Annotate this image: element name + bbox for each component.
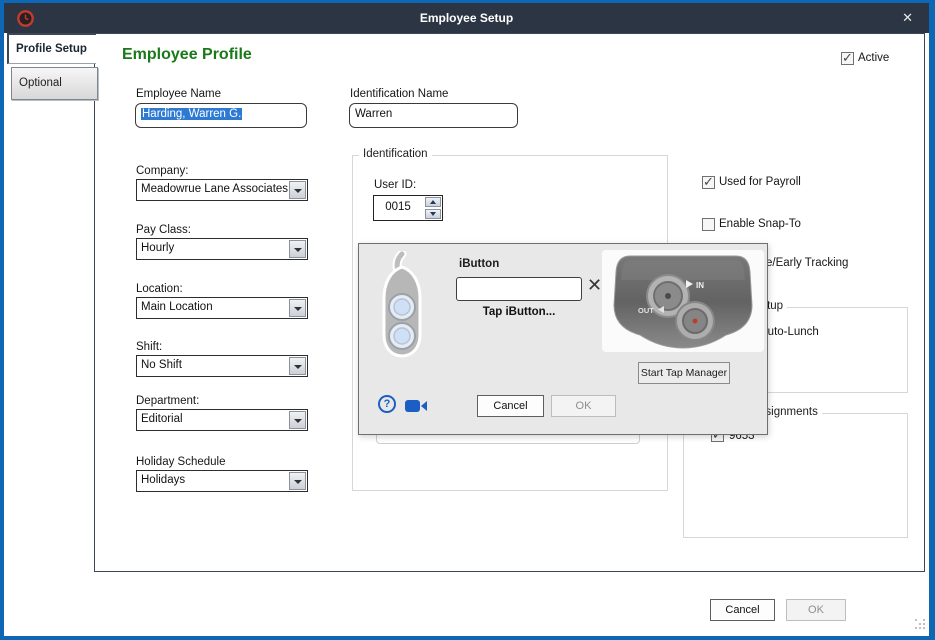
- department-value: Editorial: [141, 410, 183, 429]
- department-select[interactable]: Editorial: [136, 409, 308, 431]
- chevron-down-icon[interactable]: [289, 472, 306, 490]
- dialog-ok-button[interactable]: OK: [551, 395, 616, 417]
- spinner-up-icon[interactable]: [425, 197, 441, 207]
- tab-profile-setup[interactable]: Profile Setup: [7, 33, 96, 64]
- identification-name-value: Warren: [355, 108, 392, 120]
- selected-text: Harding, Warren G.: [141, 108, 242, 120]
- user-id-label: User ID:: [374, 179, 416, 191]
- active-label: Active: [858, 52, 889, 64]
- pay-class-value: Hourly: [141, 239, 174, 258]
- user-id-spinner[interactable]: 0015: [373, 195, 443, 221]
- location-value: Main Location: [141, 298, 213, 317]
- resize-grip[interactable]: [914, 618, 926, 630]
- close-icon[interactable]: ✕: [902, 3, 913, 33]
- enable-snap-to-checkbox[interactable]: [702, 218, 715, 231]
- auto-lunch-label: Auto-Lunch: [760, 326, 819, 338]
- tap-reader-image: IN OUT: [602, 250, 764, 352]
- ibutton-dialog-title: iButton: [459, 258, 499, 270]
- ibutton-input[interactable]: [456, 277, 582, 301]
- identification-legend: Identification: [359, 148, 432, 160]
- location-dropdown-group: Location: Main Location: [136, 283, 308, 319]
- used-for-payroll-label: Used for Payroll: [719, 176, 801, 188]
- shift-select[interactable]: No Shift: [136, 355, 308, 377]
- employee-name-label: Employee Name: [136, 88, 221, 100]
- used-for-payroll-checkbox[interactable]: [702, 176, 715, 189]
- pay-class-label: Pay Class:: [136, 224, 308, 236]
- dialog-cancel-button[interactable]: Cancel: [477, 395, 544, 417]
- in-label: IN: [696, 281, 704, 290]
- chevron-down-icon[interactable]: [289, 357, 306, 375]
- enable-snap-to-label: Enable Snap-To: [719, 218, 801, 230]
- company-value: Meadowrue Lane Associates: [141, 180, 288, 199]
- help-icon[interactable]: [378, 395, 396, 413]
- spinner-down-icon[interactable]: [425, 209, 441, 219]
- location-select[interactable]: Main Location: [136, 297, 308, 319]
- identification-name-label: Identification Name: [350, 88, 448, 100]
- employee-setup-window: Employee Setup ✕ Profile Setup Optional …: [0, 0, 935, 640]
- company-select[interactable]: Meadowrue Lane Associates: [136, 179, 308, 201]
- ibutton-fob-image: [371, 251, 433, 359]
- location-label: Location:: [136, 283, 308, 295]
- title-bar: Employee Setup ✕: [4, 3, 929, 33]
- department-dropdown-group: Department: Editorial: [136, 395, 308, 431]
- clear-x-icon[interactable]: ✕: [587, 275, 602, 296]
- employee-name-input[interactable]: Harding, Warren G.: [135, 103, 307, 128]
- out-label: OUT: [638, 306, 654, 315]
- company-dropdown-group: Company: Meadowrue Lane Associates: [136, 165, 308, 201]
- start-tap-manager-button[interactable]: Start Tap Manager: [638, 362, 730, 384]
- active-checkbox[interactable]: [841, 52, 854, 65]
- identification-name-input[interactable]: Warren: [349, 103, 518, 128]
- chevron-down-icon[interactable]: [289, 411, 306, 429]
- shift-dropdown-group: Shift: No Shift: [136, 341, 308, 377]
- reader-photo-frame: IN OUT: [602, 250, 764, 352]
- chevron-down-icon[interactable]: [289, 299, 306, 317]
- holiday-schedule-select[interactable]: Holidays: [136, 470, 308, 492]
- department-label: Department:: [136, 395, 308, 407]
- ok-button[interactable]: OK: [786, 599, 846, 621]
- ibutton-dialog: iButton ✕ Tap iButton... IN: [358, 243, 768, 435]
- company-label: Company:: [136, 165, 308, 177]
- chevron-down-icon[interactable]: [289, 240, 306, 258]
- window-title: Employee Setup: [4, 3, 929, 33]
- cancel-button[interactable]: Cancel: [710, 599, 775, 621]
- page-title: Employee Profile: [122, 46, 252, 64]
- user-id-value: 0015: [374, 196, 422, 219]
- shift-value: No Shift: [141, 356, 182, 375]
- pay-class-select[interactable]: Hourly: [136, 238, 308, 260]
- tab-optional[interactable]: Optional: [11, 67, 98, 100]
- video-camera-icon[interactable]: [404, 398, 428, 414]
- pay-class-dropdown-group: Pay Class: Hourly: [136, 224, 308, 260]
- holiday-schedule-value: Holidays: [141, 471, 185, 490]
- chevron-down-icon[interactable]: [289, 181, 306, 199]
- holiday-schedule-label: Holiday Schedule: [136, 456, 308, 468]
- holiday-schedule-dropdown-group: Holiday Schedule Holidays: [136, 456, 308, 492]
- spinner-buttons: [425, 197, 441, 219]
- tap-ibutton-prompt: Tap iButton...: [449, 306, 589, 318]
- shift-label: Shift:: [136, 341, 308, 353]
